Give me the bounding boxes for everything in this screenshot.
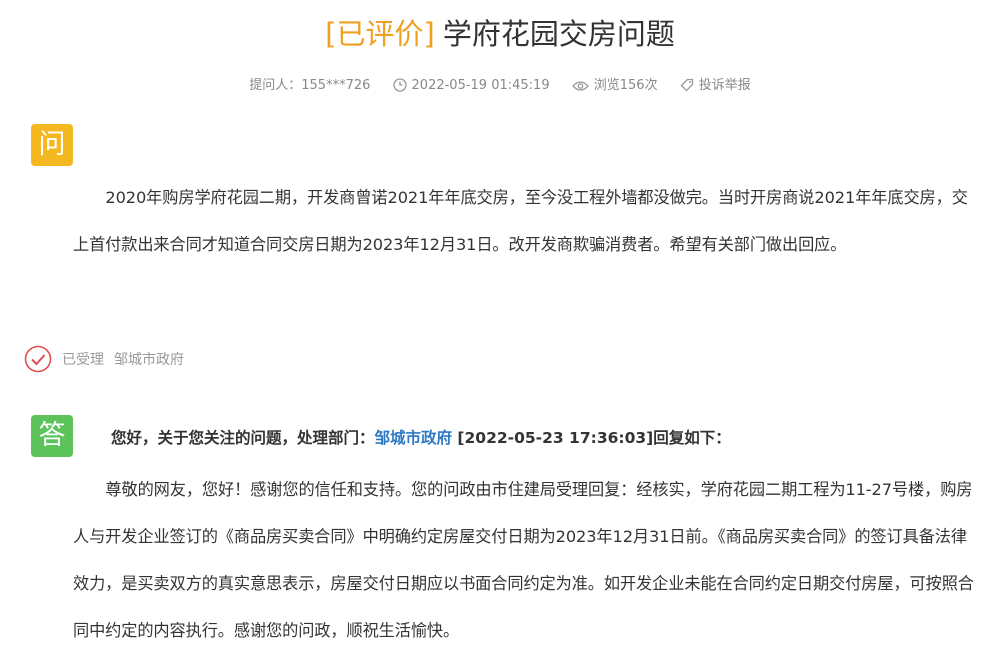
check-circle-icon: [24, 345, 52, 373]
report-text[interactable]: 投诉举报: [699, 78, 751, 93]
meta-bar: 提问人：155***726 2022-05-19 01:45:19 浏览156次…: [0, 76, 1000, 97]
clock-icon: [392, 78, 407, 92]
status-row: 已受理 邹城市政府: [24, 344, 184, 376]
answer-body: 尊敬的网友，您好！感谢您的信任和支持。您的问政由市住建局受理回复：经核实，学府花…: [73, 480, 974, 640]
question-badge: 问: [31, 124, 73, 166]
page-title: [已评价] 学府花园交房问题: [0, 14, 1000, 54]
tag-icon: [680, 78, 693, 92]
answer-badge: 答: [31, 415, 73, 457]
datetime-info: 2022-05-19 01:45:19: [392, 76, 550, 96]
datetime-text: 2022-05-19 01:45:19: [411, 78, 550, 93]
reply-suffix: [2022-05-23 17:36:03]回复如下：: [452, 429, 731, 447]
title-text: 学府花园交房问题: [442, 17, 675, 51]
question-body: 2020年购房学府花园二期，开发商曾诺2021年年底交房，至今没工程外墙都没做完…: [73, 188, 968, 254]
reply-prefix: 您好，关于您关注的问题，处理部门：: [111, 429, 375, 447]
report-link[interactable]: 投诉举报: [680, 76, 751, 96]
views-info: 浏览156次: [571, 76, 658, 96]
reply-header: 您好，关于您关注的问题，处理部门：邹城市政府 [2022-05-23 17:36…: [111, 425, 731, 451]
status-text: 已受理: [62, 352, 104, 368]
asker-info: 提问人：155***726: [249, 78, 371, 93]
eye-icon: [571, 81, 589, 91]
evaluated-tag: [已评价]: [325, 17, 435, 51]
department-link[interactable]: 邹城市政府: [375, 429, 453, 447]
views-text: 浏览156次: [593, 78, 658, 93]
status-department: 邹城市政府: [114, 352, 184, 368]
